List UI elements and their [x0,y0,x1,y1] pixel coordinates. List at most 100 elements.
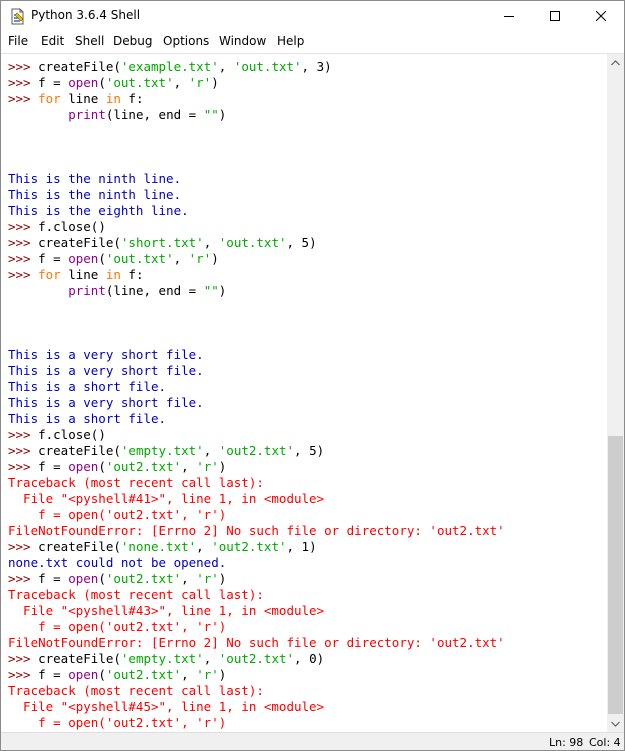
menu-file[interactable]: File [8,34,28,48]
scroll-up-button[interactable] [607,54,624,71]
prompt-text: >>> [8,427,39,442]
code-text: , [203,651,219,666]
builtin-name: open [68,75,99,90]
shell-line: f = open('out2.txt', 'r') [8,507,505,523]
shell-line: >>> f = open('out.txt', 'r') [8,75,505,91]
status-line-number: Ln: 98 [549,736,584,749]
python-idle-icon [9,8,26,25]
code-text: , [203,443,219,458]
vertical-scrollbar[interactable] [607,54,624,732]
string-literal: 'out2.txt' [105,571,182,586]
code-text: ( [98,75,106,90]
string-literal: "" [203,283,219,298]
code-text: , [173,75,189,90]
code-text: ( [98,571,106,586]
output-text: This is the ninth line. [8,187,182,202]
shell-line: >>> f = open('out.txt', 'r') [8,251,505,267]
string-literal: 'out.txt' [105,251,174,266]
shell-line: print(line, end = "") [8,107,505,123]
error-text: FileNotFoundError: [Errno 2] No such fil… [8,523,505,538]
prompt-text: >>> [8,59,39,74]
menu-options[interactable]: Options [163,34,209,48]
shell-line: >>> createFile('example.txt', 'out.txt',… [8,59,505,75]
minimize-button[interactable] [486,1,532,31]
code-text: ) [218,283,227,298]
code-text: , [218,59,234,74]
code-text: f.close() [38,219,106,234]
menu-shell[interactable]: Shell [75,34,104,48]
maximize-icon [550,11,560,21]
scroll-down-button[interactable] [607,715,624,732]
shell-line: >>> for line in f: [8,91,505,107]
string-literal: 'empty.txt' [120,443,204,458]
code-text: createFile( [38,651,121,666]
prompt-text: >>> [8,235,39,250]
string-literal: 'example.txt' [120,59,219,74]
keyword: in [105,91,121,106]
chevron-down-icon [611,721,620,727]
code-text: f = [38,571,69,586]
menu-window[interactable]: Window [219,34,266,48]
code-text: , [181,459,197,474]
shell-line: f = open('out2.txt', 'r') [8,619,505,635]
shell-transcript: >>> createFile( 'example.txt', 'out.txt',… [8,59,505,732]
shell-line: This is a short file. [8,411,505,427]
builtin-name: open [68,459,99,474]
prompt-text: >>> [8,251,39,266]
builtin-name: print [68,283,106,298]
shell-line: This is a very short file. [8,363,505,379]
idle-shell-window: Python 3.6.4 Shell File Edit Shell Debug… [0,0,625,751]
status-bar: Ln: 98 Col: 4 [1,732,624,750]
error-text: Traceback (most recent call last): [8,475,264,490]
error-text: FileNotFoundError: [Errno 2] No such fil… [8,635,505,650]
close-button[interactable] [578,1,624,31]
code-text: , 1) [286,539,317,554]
prompt-text: >>> [8,75,39,90]
menu-bar: File Edit Shell Debug Options Window Hel… [1,31,624,53]
output-text: This is a short file. [8,379,167,394]
code-text: ) [218,459,227,474]
menu-debug[interactable]: Debug [113,34,152,48]
builtin-name: open [68,571,99,586]
code-text: f.close() [38,427,106,442]
shell-line: This is a very short file. [8,347,505,363]
error-text: f = open('out2.txt', 'r') [8,715,227,730]
prompt-text: >>> [8,459,39,474]
shell-line: This is the ninth line. [8,171,505,187]
shell-text-area[interactable]: >>> createFile( 'example.txt', 'out.txt',… [1,54,607,732]
shell-line: >>> f = open('out2.txt', 'r') [8,459,505,475]
prompt-text: >>> [8,219,39,234]
string-literal: 'r' [196,459,219,474]
shell-line: This is a short file. [8,379,505,395]
output-text: This is a very short file. [8,363,204,378]
code-text: f = [38,459,69,474]
menu-help[interactable]: Help [277,34,304,48]
shell-line: >>> for line in f: [8,267,505,283]
maximize-button[interactable] [532,1,578,31]
shell-line: >>> createFile('empty.txt', 'out2.txt', … [8,443,505,459]
code-text: ( [98,459,106,474]
shell-line: This is the ninth line. [8,187,505,203]
shell-line: FileNotFoundError: [Errno 2] No such fil… [8,635,505,651]
shell-line: Traceback (most recent call last): [8,683,505,699]
error-text: f = open('out2.txt', 'r') [8,619,227,634]
scroll-thumb[interactable] [608,436,623,714]
code-text: (line, end = [105,107,204,122]
menu-edit[interactable]: Edit [41,34,64,48]
code-text: f = [38,75,69,90]
code-text: f = [38,251,69,266]
output-text: This is a short file. [8,411,167,426]
output-text: This is the ninth line. [8,171,182,186]
code-text: , 0) [294,651,325,666]
code-text: line [60,91,106,106]
title-bar[interactable]: Python 3.6.4 Shell [1,1,624,31]
prompt-text: >>> [8,651,39,666]
code-text: , [181,667,197,682]
string-literal: 'out.txt' [233,59,302,74]
code-text: createFile( [38,235,121,250]
string-literal: 'out2.txt' [105,667,182,682]
